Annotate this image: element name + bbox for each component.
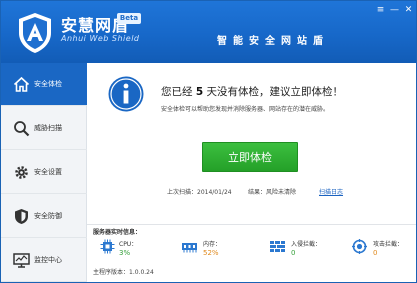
cpu-label: CPU：: [119, 241, 138, 248]
minimize-button[interactable]: —: [388, 4, 401, 16]
magnifier-icon: [14, 121, 30, 137]
sidebar-item-security-settings[interactable]: 安全设置: [1, 151, 87, 194]
header-slogan: 智能安全网站盾: [217, 36, 329, 47]
beta-badge: Beta: [117, 13, 141, 24]
memory-value: 52%: [203, 249, 219, 257]
sidebar-item-label: 安全体检: [34, 80, 62, 88]
monitor-icon: [13, 253, 30, 268]
gear-icon: [15, 166, 28, 179]
intrusion-icon: [270, 241, 285, 252]
scan-result: 结果：风险未清除: [248, 189, 297, 196]
menu-button[interactable]: ≡: [374, 4, 387, 16]
cpu-value: 3%: [119, 249, 131, 257]
app-window: 安慧网盾 Beta Anhui Web Shield 智能安全网站盾 ≡ — ✕…: [0, 0, 417, 283]
attack-label: 攻击拦截：: [373, 241, 404, 248]
main-panel: 您已经 5 天没有体检，建议立即体检！ 安全体检可以帮助您发现并消除服务器、网站…: [87, 63, 416, 282]
checkup-description: 安全体检可以帮助您发现并消除服务器、网站存在的潜在威胁。: [161, 106, 330, 113]
shield-icon: [15, 209, 28, 224]
app-subtitle: Anhui Web Shield: [61, 34, 140, 43]
headline-suffix: 天没有体检，建议立即体检！: [206, 86, 344, 98]
sidebar: 安全体检 威胁扫描 安全设置 安全防御 监控中心: [1, 63, 93, 282]
info-icon: [108, 76, 144, 112]
intrusion-value: 0: [291, 249, 296, 257]
header-bar: 安慧网盾 Beta Anhui Web Shield 智能安全网站盾 ≡ — ✕: [1, 1, 416, 63]
sidebar-item-security-checkup[interactable]: 安全体检: [1, 63, 93, 106]
server-info-title: 服务器实时信息：: [93, 229, 142, 236]
last-scan-date: 上次扫描：2014/01/24: [167, 189, 232, 196]
close-button[interactable]: ✕: [402, 4, 415, 16]
headline-prefix: 您已经: [161, 86, 193, 98]
sidebar-item-label: 监控中心: [34, 256, 62, 264]
sidebar-item-monitor-center[interactable]: 监控中心: [1, 239, 87, 282]
cpu-icon: [100, 239, 115, 254]
checkup-headline: 您已经 5 天没有体检，建议立即体检！: [161, 84, 343, 99]
sidebar-item-security-defense[interactable]: 安全防御: [1, 195, 87, 238]
memory-icon: [182, 243, 197, 253]
scan-log-link[interactable]: 扫描日志: [319, 187, 343, 196]
sidebar-item-label: 安全防御: [34, 212, 62, 220]
divider: [87, 224, 416, 225]
memory-label: 内存：: [203, 241, 222, 248]
version-info: 主程序版本：1.0.0.24: [93, 269, 154, 276]
logo-icon: [19, 13, 51, 53]
attack-icon: [352, 239, 367, 254]
days-count: 5: [195, 86, 204, 98]
home-icon: [13, 76, 30, 92]
start-checkup-button[interactable]: 立即体检: [202, 142, 298, 172]
sidebar-item-label: 威胁扫描: [34, 124, 62, 132]
sidebar-item-threat-scan[interactable]: 威胁扫描: [1, 107, 87, 150]
intrusion-label: 入侵拦截：: [291, 241, 322, 248]
sidebar-item-label: 安全设置: [34, 168, 62, 176]
attack-value: 0: [373, 249, 378, 257]
